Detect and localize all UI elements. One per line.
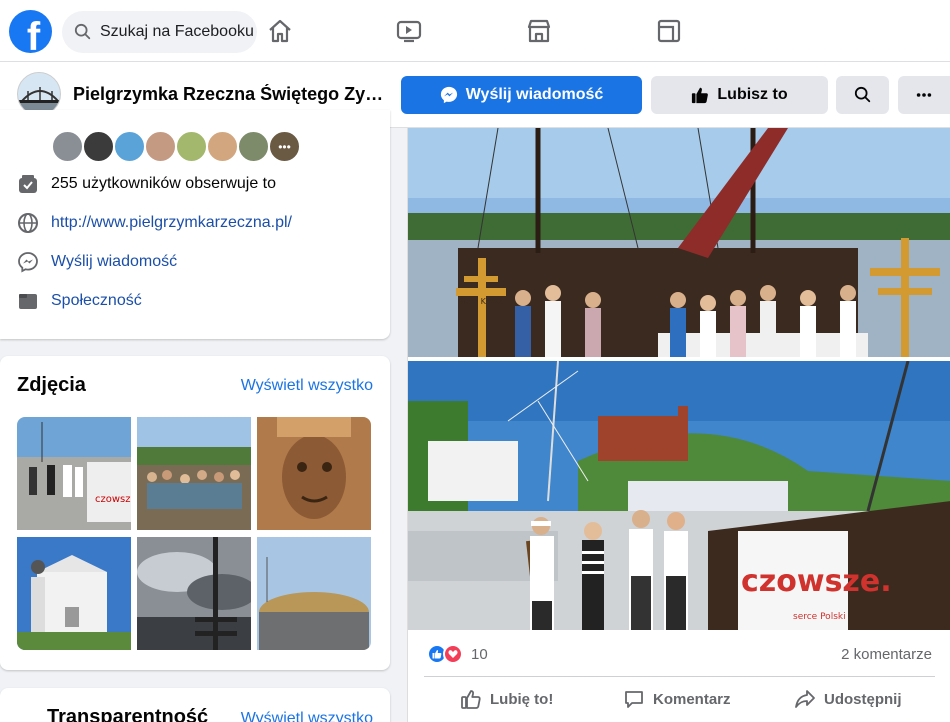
photo-thumbnail[interactable]	[17, 537, 131, 650]
avatar[interactable]	[144, 130, 177, 163]
svg-text:czowsze: czowsze	[95, 494, 131, 505]
comment-button[interactable]: Komentarz	[623, 688, 731, 710]
photos-see-all-link[interactable]: Wyświetl wszystko	[241, 377, 373, 395]
home-icon[interactable]	[265, 16, 295, 46]
globe-icon	[18, 213, 38, 233]
about-card: ••• 255 użytkowników obserwuje to http:/…	[0, 110, 390, 339]
photo-thumbnail[interactable]	[137, 417, 251, 530]
message-row: Wyślij wiadomość	[17, 251, 177, 273]
followers-check-icon	[19, 175, 37, 193]
photo-thumbnail[interactable]	[137, 537, 251, 650]
love-reaction-icon	[443, 644, 463, 664]
website-row: http://www.pielgrzymkarzeczna.pl/	[17, 212, 292, 234]
search-icon	[854, 86, 870, 103]
facebook-logo-letter: f	[26, 15, 41, 53]
watch-icon[interactable]	[394, 16, 424, 46]
facebook-logo[interactable]: f	[9, 10, 52, 53]
search-input[interactable]: Szukaj na Facebooku	[62, 11, 257, 53]
send-message-label: Wyślij wiadomość	[465, 86, 604, 103]
liked-label: Lubisz to	[717, 86, 788, 103]
like-button[interactable]: Lubię to!	[460, 688, 553, 710]
transparency-title: Transparentność	[47, 706, 209, 722]
page-search-button[interactable]	[836, 76, 889, 114]
banner-text: czowsze.	[741, 564, 892, 599]
messenger-icon	[440, 86, 457, 104]
reaction-count: 10	[471, 645, 488, 663]
share-button-label: Udostępnij	[824, 690, 902, 708]
photo-thumbnail[interactable]: czowsze	[17, 417, 131, 530]
avatar[interactable]	[175, 130, 208, 163]
transparency-card: Transparentność Wyświetl wszystko	[0, 688, 390, 722]
transparency-see-all-link[interactable]: Wyświetl wszystko	[241, 710, 373, 722]
search-icon	[74, 23, 91, 40]
like-button-label: Lubię to!	[490, 690, 554, 708]
photo-thumbnail[interactable]	[257, 417, 371, 530]
post-photo-ship-group[interactable]: Bierz Krzyż	[408, 128, 950, 357]
category-row: Społeczność	[17, 290, 142, 312]
search-placeholder: Szukaj na Facebooku	[100, 23, 254, 40]
more-dots-icon	[916, 93, 932, 97]
avatar[interactable]	[82, 130, 115, 163]
share-button[interactable]: Udostępnij	[794, 688, 902, 710]
banner-subtext: serce Polski	[793, 612, 846, 622]
avatar[interactable]	[113, 130, 146, 163]
comments-count-link[interactable]: 2 komentarze	[841, 646, 932, 663]
message-link[interactable]: Wyślij wiadomość	[51, 253, 177, 271]
share-arrow-icon	[795, 690, 815, 708]
send-message-button[interactable]: Wyślij wiadomość	[401, 76, 642, 114]
thumbs-up-icon	[461, 690, 481, 709]
avatar[interactable]	[206, 130, 239, 163]
thumbs-up-icon	[692, 87, 709, 104]
more-options-button[interactable]	[898, 76, 950, 114]
marketplace-icon[interactable]	[524, 16, 554, 46]
photos-title: Zdjęcia	[17, 374, 86, 396]
more-followers-avatar[interactable]: •••	[268, 130, 301, 163]
ship-sign-text: Bierz Krzyż	[458, 297, 502, 306]
comment-icon	[625, 691, 643, 708]
avatar[interactable]	[51, 130, 84, 163]
page-title[interactable]: Pielgrzymka Rzeczna Świętego Zyg...	[73, 84, 385, 105]
liked-button[interactable]: Lubisz to	[651, 76, 828, 114]
post-reactions[interactable]: 10	[427, 644, 488, 664]
followers-row: 255 użytkowników obserwuje to	[17, 173, 276, 195]
messenger-icon	[18, 252, 38, 273]
website-link[interactable]: http://www.pielgrzymkarzeczna.pl/	[51, 214, 292, 232]
post-divider	[424, 676, 935, 677]
post-photo-crew-banner[interactable]: czowsze. serce Polski	[408, 361, 950, 630]
avatar[interactable]	[237, 130, 270, 163]
photos-card: Zdjęcia Wyświetl wszystko czowsze	[0, 356, 390, 670]
category-link[interactable]: Społeczność	[51, 292, 142, 310]
gaming-icon[interactable]	[654, 16, 684, 46]
followers-text: 255 użytkowników obserwuje to	[51, 175, 277, 192]
post: Bierz Krzyż czowsze. serce Polski 10 2 k…	[407, 128, 950, 722]
follower-avatars: •••	[51, 130, 301, 163]
top-navigation-bar: f Szukaj na Facebooku	[0, 0, 950, 62]
category-folder-icon	[19, 294, 37, 309]
comment-button-label: Komentarz	[653, 690, 731, 708]
photo-thumbnail[interactable]	[257, 537, 371, 650]
